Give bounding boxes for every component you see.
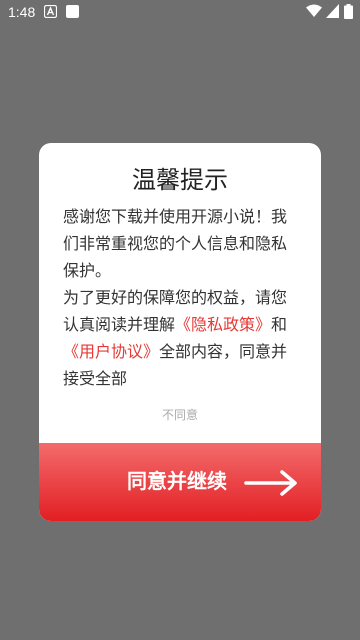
disagree-button[interactable]: 不同意 xyxy=(39,407,321,423)
status-time: 1:48 xyxy=(8,4,36,20)
signal-icon xyxy=(326,4,339,18)
status-bar: 1:48 xyxy=(0,0,360,24)
arrow-right-icon xyxy=(244,470,297,496)
battery-icon xyxy=(344,4,353,19)
dialog-title: 温馨提示 xyxy=(132,166,228,194)
body-text-intro: 感谢您下载并使用开源小说！我们非常重视您的个人信息和隐私保护。 xyxy=(63,207,288,280)
user-agreement-link[interactable]: 《用户协议》 xyxy=(63,342,159,361)
app-notification-icon xyxy=(44,5,57,18)
wifi-icon xyxy=(306,4,322,17)
dialog-body: 感谢您下载并使用开源小说！我们非常重视您的个人信息和隐私保护。 为了更好的保障您的… xyxy=(63,203,299,399)
privacy-policy-link[interactable]: 《隐私政策》 xyxy=(175,315,271,334)
notification-square-icon xyxy=(66,5,79,18)
privacy-dialog: 温馨提示 感谢您下载并使用开源小说！我们非常重视您的个人信息和隐私保护。 为了更好… xyxy=(39,143,321,521)
agree-button-label: 同意并继续 xyxy=(127,469,227,493)
body-text-and: 和 xyxy=(271,315,288,334)
agree-continue-button[interactable]: 同意并继续 xyxy=(39,443,321,521)
